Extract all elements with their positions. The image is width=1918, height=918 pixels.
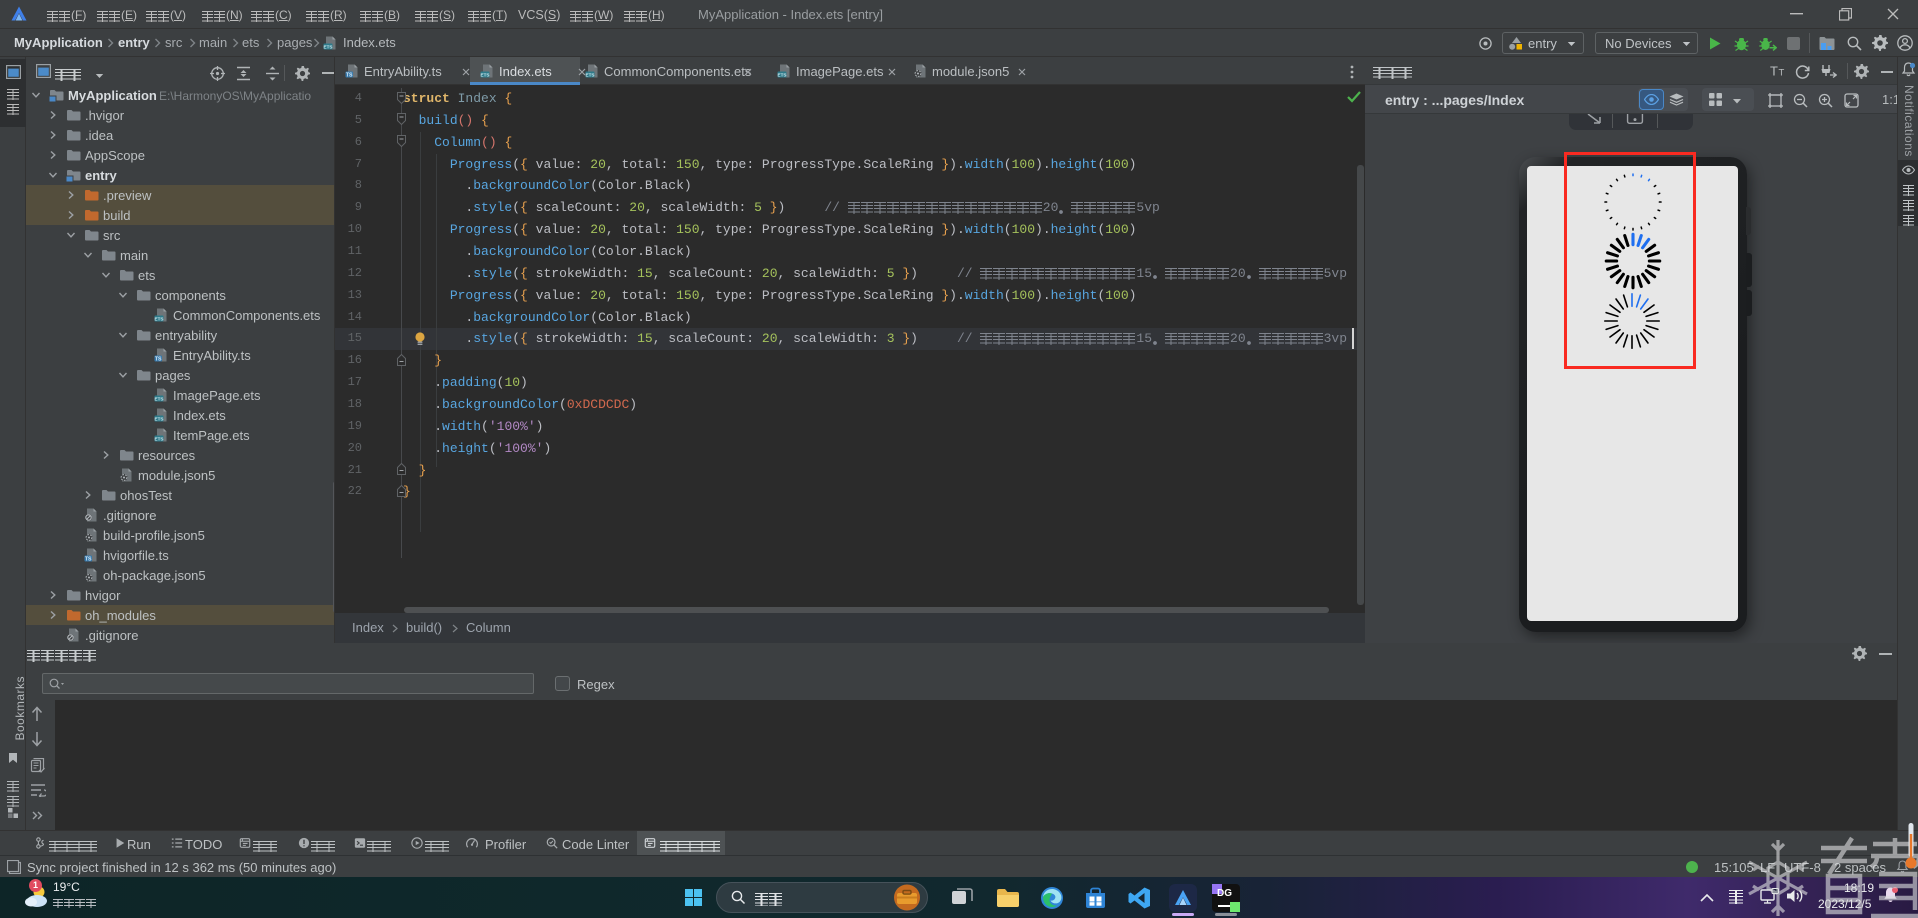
svg-text:ETS: ETS bbox=[155, 436, 164, 441]
svg-text:ETS: ETS bbox=[481, 72, 490, 77]
svg-text:ETS: ETS bbox=[586, 72, 595, 77]
svg-text:T: T bbox=[1770, 64, 1778, 78]
svg-text:ETS: ETS bbox=[155, 416, 164, 421]
svg-text:TS: TS bbox=[85, 557, 92, 563]
svg-text:ETS: ETS bbox=[155, 316, 164, 321]
svg-text:TS: TS bbox=[155, 357, 162, 363]
svg-text:ETS: ETS bbox=[324, 44, 333, 49]
svg-text:ETS: ETS bbox=[778, 72, 787, 77]
svg-text:ETS: ETS bbox=[155, 396, 164, 401]
svg-text:TS: TS bbox=[346, 73, 353, 79]
svg-text:T: T bbox=[1779, 68, 1785, 79]
